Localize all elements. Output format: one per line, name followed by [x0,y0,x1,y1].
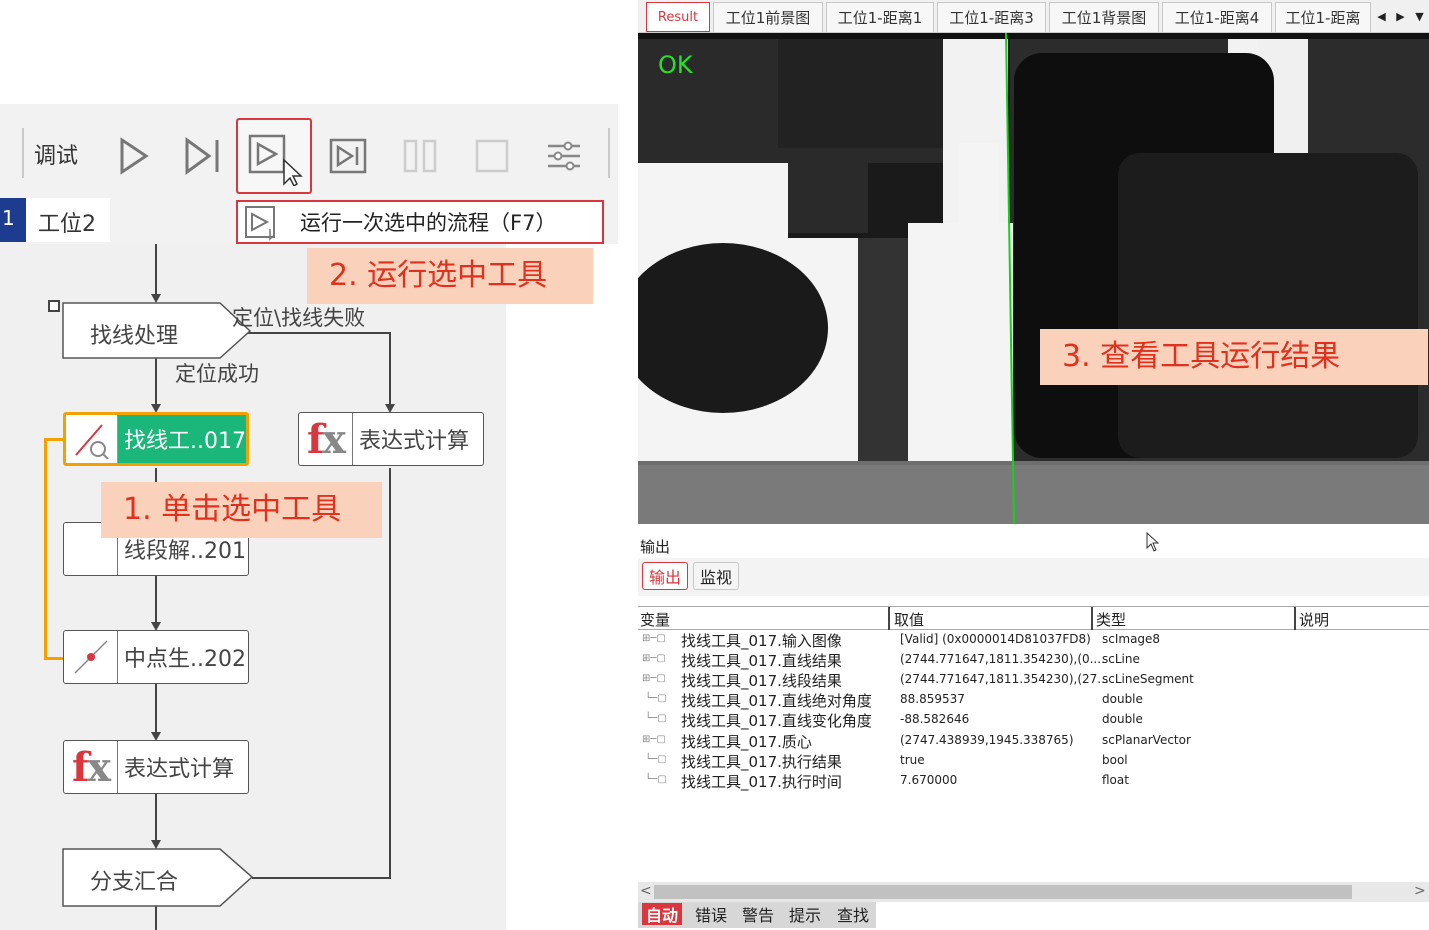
tab-distance-3[interactable]: 工位1-距离3 [937,2,1046,32]
tab-distance-more[interactable]: 工位1-距离 [1275,2,1371,32]
run-selected-icon [248,134,303,186]
stop-icon [475,139,509,173]
camera-image [638,33,1429,524]
collapse-toggle[interactable] [48,300,60,312]
tab-distance-1[interactable]: 工位1-距离1 [826,2,934,32]
tooltip-text: 运行一次选中的流程（F7） [300,211,557,235]
tab-auto[interactable]: 自动 [642,903,683,925]
midpoint-icon [64,631,118,683]
run-selected-tooltip: 运行一次选中的流程（F7） [236,200,604,244]
step-loop-icon [329,138,367,174]
chevron-right-icon[interactable]: ▶ [1396,10,1404,23]
tab-index[interactable]: 1 [0,198,26,242]
tab-monitor[interactable]: 监视 [693,562,740,590]
find-line-process-label: 找线处理 [90,324,179,349]
tab-warning[interactable]: 警告 [738,903,778,925]
inspection-status: OK [658,51,693,79]
run-button[interactable] [96,118,172,194]
expression-node-right-label: 表达式计算 [359,429,470,454]
chevron-down-icon[interactable]: ▼ [1415,10,1423,23]
branch-merge-label: 分支汇合 [90,870,179,895]
expression-node[interactable]: fx 表达式计算 [63,740,249,794]
midpoint-tool-node[interactable]: 中点生..202 [63,630,249,684]
toolbar-title: 调试 [34,144,79,169]
col-type[interactable]: 类型 [1096,609,1126,630]
leaf-icon: └─▢ [642,754,667,765]
scroll-right-icon[interactable]: > [1414,883,1426,899]
tab-error[interactable]: 错误 [691,903,731,925]
table-row[interactable]: ⊞─▢ 找线工具_017.质心 (2747.438939,1945.338765… [638,731,1429,751]
step-play-icon [185,137,219,175]
pause-button[interactable] [382,118,458,194]
col-description[interactable]: 说明 [1299,609,1329,630]
expand-icon[interactable]: ⊞─▢ [642,653,682,667]
debug-toolbar: 调试 [0,104,618,198]
find-line-tool-icon [66,415,119,463]
toolbar-divider [608,128,610,178]
pause-icon [403,139,437,173]
output-tabs: 输出 监视 [638,558,1429,596]
table-row[interactable]: ⊞─▢ 找线工具_017.输入图像 [Valid] (0x0000014D810… [638,630,1429,650]
leaf-icon: └─▢ [642,774,667,785]
tab-scroll-controls: ◀ ▶ ▼ [1372,4,1429,28]
expression-node-right[interactable]: fx 表达式计算 [298,412,484,466]
find-line-tool-label: 找线工..017 [124,429,246,454]
fx-icon: fx [64,741,118,793]
settings-button[interactable] [526,118,602,194]
expand-icon[interactable]: ⊞─▢ [642,734,682,748]
tab-output[interactable]: 输出 [642,562,689,590]
callout-step2: 2. 运行选中工具 [307,248,593,304]
expand-icon[interactable]: ⊞─▢ [642,673,682,687]
result-image-view[interactable]: OK [638,33,1429,524]
stop-button[interactable] [454,118,530,194]
fx-icon: fx [299,413,353,465]
tab-workpos-2[interactable]: 工位2 [26,198,110,242]
leaf-icon: └─▢ [642,713,667,724]
tab-result[interactable]: Result [646,2,710,32]
edge-label-fail: 定位\找线失败 [232,306,366,330]
play-icon [120,137,149,175]
tab-hint[interactable]: 提示 [785,903,825,925]
tab-search[interactable]: 查找 [833,903,873,925]
mouse-cursor-icon [1146,532,1160,552]
table-row[interactable]: └─▢ 找线工具_017.执行时间 7.670000 float [638,771,1429,791]
sliders-icon [548,141,580,171]
scroll-left-icon[interactable]: < [640,883,652,899]
table-row[interactable]: ⊞─▢ 找线工具_017.直线结果 (2744.771647,1811.3542… [638,650,1429,670]
chevron-left-icon[interactable]: ◀ [1377,10,1385,23]
output-panel-title: 输出 [640,538,671,556]
output-table-header: 变量 取值 类型 说明 [638,606,1429,630]
col-value[interactable]: 取值 [894,609,924,630]
table-row[interactable]: ⊞─▢ 找线工具_017.线段结果 (2744.771647,1811.3542… [638,670,1429,690]
table-row[interactable]: └─▢ 找线工具_017.直线绝对角度 88.859537 double [638,690,1429,710]
leaf-icon: └─▢ [642,693,667,704]
table-row[interactable]: └─▢ 找线工具_017.直线变化角度 -88.582646 double [638,710,1429,730]
callout-step1: 1. 单击选中工具 [101,482,382,538]
step-run-button[interactable] [166,118,242,194]
log-status-bar: 自动 错误 警告 提示 查找 [638,902,1429,928]
table-row[interactable]: └─▢ 找线工具_017.执行结果 true bool [638,751,1429,771]
tab-foreground[interactable]: 工位1前景图 [713,2,823,32]
col-variable[interactable]: 变量 [640,609,670,630]
run-selected-icon [245,206,275,241]
callout-step3: 3. 查看工具运行结果 [1040,329,1428,385]
run-selected-button[interactable] [236,118,312,194]
expand-icon[interactable]: ⊞─▢ [642,633,682,647]
find-line-tool-node[interactable]: 找线工..017 [63,412,249,466]
flow-canvas[interactable]: 找线处理 定位\找线失败 定位成功 找线工..017 fx 表达式计算 线段解.… [0,244,506,930]
toolbar-divider [22,128,24,178]
edge-label-success: 定位成功 [175,362,259,386]
tab-distance-4[interactable]: 工位1-距离4 [1162,2,1272,32]
run-loop-button[interactable] [310,118,386,194]
tab-background[interactable]: 工位1背景图 [1049,2,1159,32]
scrollbar-thumb[interactable] [654,885,1352,899]
midpoint-tool-label: 中点生..202 [124,647,246,672]
expression-node-label: 表达式计算 [124,757,235,782]
image-tab-strip: Result 工位1前景图 工位1-距离1 工位1-距离3 工位1背景图 工位1… [638,0,1429,33]
horizontal-scrollbar[interactable]: < > [638,882,1429,902]
